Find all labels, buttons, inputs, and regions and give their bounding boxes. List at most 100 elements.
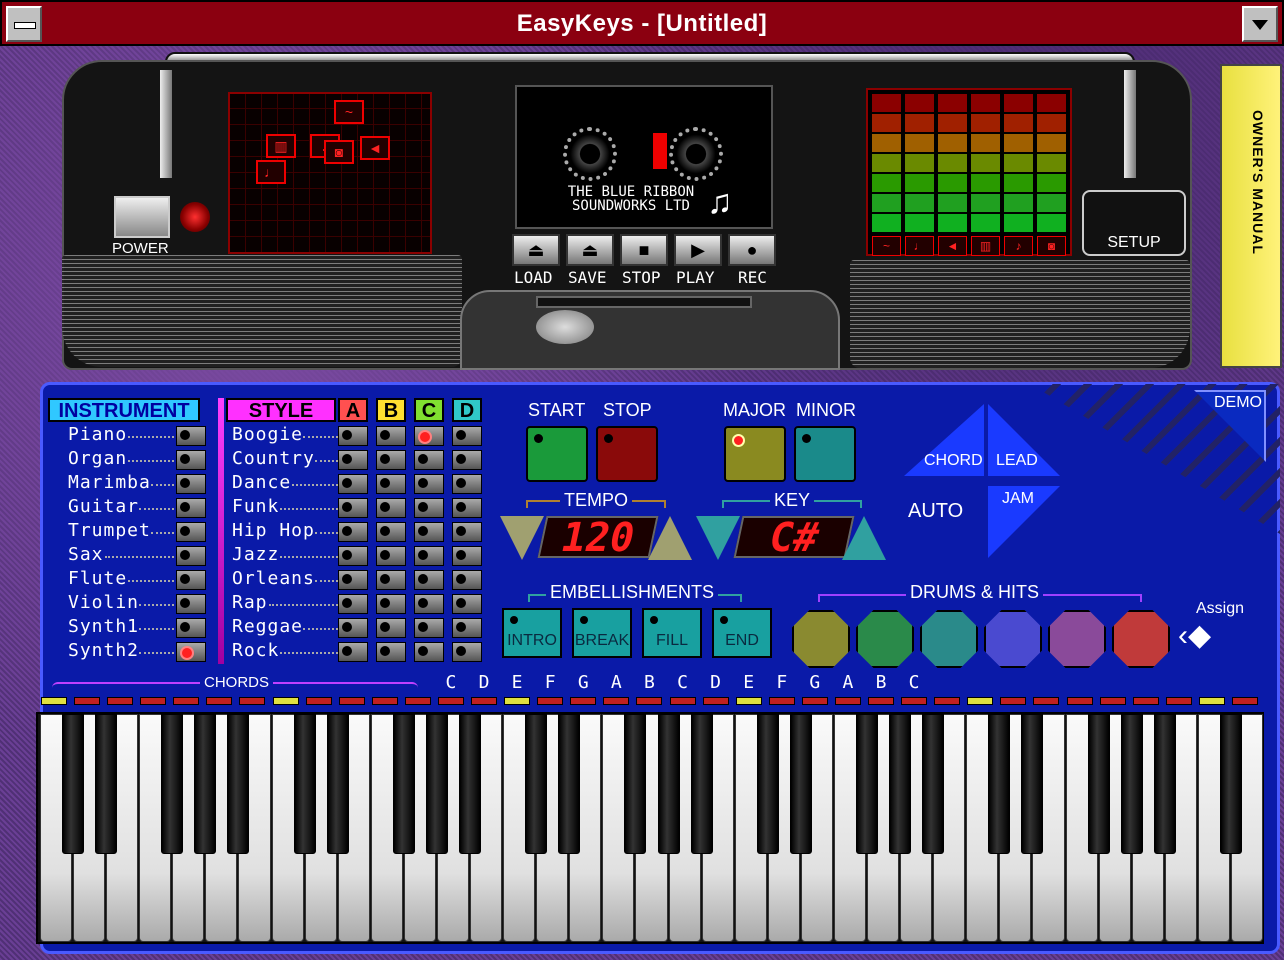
black-key[interactable] [95,714,118,854]
black-key[interactable] [558,714,581,854]
style-button-reggae-c[interactable] [414,618,444,638]
fill-button[interactable]: FILL [642,608,702,658]
style-button-boogie-c[interactable] [414,426,444,446]
black-key[interactable] [889,714,912,854]
keyboard-icon[interactable]: ▥ [971,236,1000,256]
style-button-hip-hop-d[interactable] [452,522,482,542]
instrument-button-synth1[interactable] [176,618,206,638]
black-key[interactable] [657,714,680,854]
style-button-rock-c[interactable] [414,642,444,662]
black-key[interactable] [756,714,779,854]
black-key[interactable] [194,714,217,854]
style-button-reggae-a[interactable] [338,618,368,638]
drum-pad-1[interactable] [792,610,850,668]
instrument-button-guitar[interactable] [176,498,206,518]
style-button-reggae-b[interactable] [376,618,406,638]
black-key[interactable] [1153,714,1176,854]
style-button-country-c[interactable] [414,450,444,470]
key-up-button[interactable] [842,516,886,560]
style-button-country-a[interactable] [338,450,368,470]
style-button-reggae-d[interactable] [452,618,482,638]
black-key[interactable] [1219,714,1242,854]
stop-tape-button[interactable]: ■ [620,234,668,266]
load-button[interactable]: ⏏ [512,234,560,266]
instrument-button-marimba[interactable] [176,474,206,494]
style-button-rock-a[interactable] [338,642,368,662]
instrument-button-sax[interactable] [176,546,206,566]
black-key[interactable] [392,714,415,854]
black-key[interactable] [161,714,184,854]
instrument-button-piano[interactable] [176,426,206,446]
black-key[interactable] [1120,714,1143,854]
black-key[interactable] [988,714,1011,854]
style-button-jazz-d[interactable] [452,546,482,566]
black-key[interactable] [62,714,85,854]
style-button-hip-hop-a[interactable] [338,522,368,542]
style-button-jazz-b[interactable] [376,546,406,566]
drum-pad-3[interactable] [920,610,978,668]
black-key[interactable] [922,714,945,854]
style-button-rap-b[interactable] [376,594,406,614]
style-button-country-d[interactable] [452,450,482,470]
tempo-up-button[interactable] [648,516,692,560]
start-button[interactable] [526,426,588,482]
style-button-country-b[interactable] [376,450,406,470]
style-button-orleans-c[interactable] [414,570,444,590]
instrument-button-violin[interactable] [176,594,206,614]
record-button[interactable]: ● [728,234,776,266]
style-button-rock-b[interactable] [376,642,406,662]
setup-button[interactable]: SETUP [1082,190,1186,256]
style-button-funk-c[interactable] [414,498,444,518]
play-button[interactable]: ▶ [674,234,722,266]
major-button[interactable] [724,426,786,482]
black-key[interactable] [1021,714,1044,854]
instrument-button-synth2[interactable] [176,642,206,662]
style-button-boogie-a[interactable] [338,426,368,446]
sax-icon[interactable]: ♩ [905,236,934,256]
break-button[interactable]: BREAK [572,608,632,658]
guitar-icon[interactable]: ♪ [1004,236,1033,256]
style-button-jazz-a[interactable] [338,546,368,566]
style-button-rock-d[interactable] [452,642,482,662]
assign-arrow-icon[interactable]: ‹◆ [1178,618,1211,653]
style-button-hip-hop-c[interactable] [414,522,444,542]
black-key[interactable] [690,714,713,854]
minimize-button[interactable] [1242,6,1278,42]
volume-knob[interactable] [536,310,594,344]
intro-button[interactable]: INTRO [502,608,562,658]
black-key[interactable] [525,714,548,854]
instrument-button-trumpet[interactable] [176,522,206,542]
style-button-boogie-d[interactable] [452,426,482,446]
style-button-dance-c[interactable] [414,474,444,494]
save-button[interactable]: ⏏ [566,234,614,266]
style-button-orleans-d[interactable] [452,570,482,590]
style-button-dance-d[interactable] [452,474,482,494]
stop-button[interactable] [596,426,658,482]
black-key[interactable] [425,714,448,854]
black-key[interactable] [326,714,349,854]
drum-pad-2[interactable] [856,610,914,668]
drum-icon[interactable]: ◙ [1037,236,1066,256]
end-button[interactable]: END [712,608,772,658]
black-key[interactable] [624,714,647,854]
black-key[interactable] [789,714,812,854]
black-key[interactable] [293,714,316,854]
black-key[interactable] [227,714,250,854]
instrument-button-organ[interactable] [176,450,206,470]
style-button-funk-a[interactable] [338,498,368,518]
style-button-orleans-b[interactable] [376,570,406,590]
style-button-rap-c[interactable] [414,594,444,614]
style-button-boogie-b[interactable] [376,426,406,446]
power-button[interactable] [114,196,170,238]
style-button-funk-b[interactable] [376,498,406,518]
minor-button[interactable] [794,426,856,482]
black-key[interactable] [856,714,879,854]
black-key[interactable] [1087,714,1110,854]
style-button-funk-d[interactable] [452,498,482,518]
style-button-orleans-a[interactable] [338,570,368,590]
style-button-dance-b[interactable] [376,474,406,494]
wave-icon[interactable]: ~ [872,236,901,256]
horn-icon[interactable]: ◄ [938,236,967,256]
style-button-dance-a[interactable] [338,474,368,494]
instrument-button-flute[interactable] [176,570,206,590]
